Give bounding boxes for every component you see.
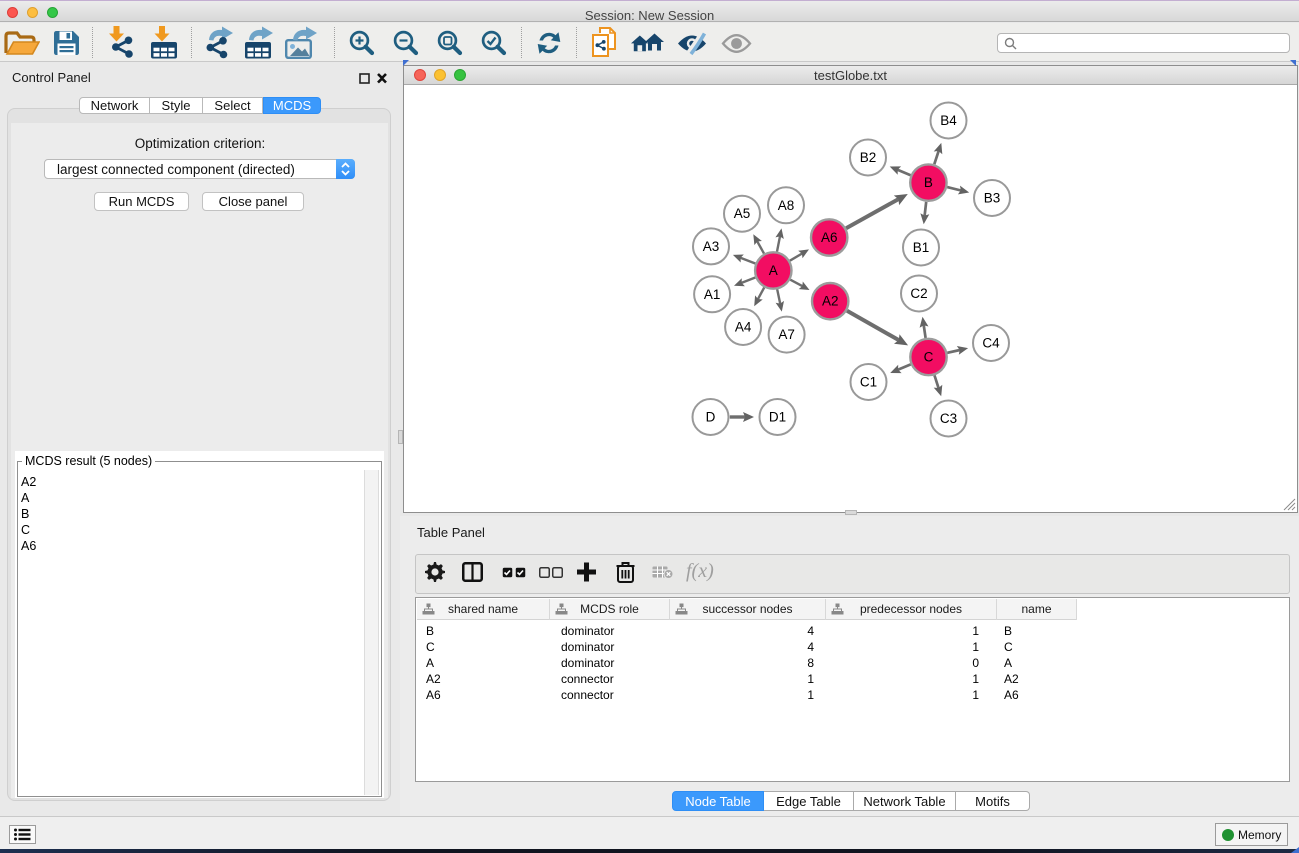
- svg-text:B1: B1: [913, 240, 930, 255]
- svg-text:C4: C4: [982, 336, 1000, 351]
- svg-text:C3: C3: [940, 411, 957, 426]
- svg-text:B3: B3: [984, 191, 1001, 206]
- svg-text:C1: C1: [860, 375, 877, 390]
- svg-text:A1: A1: [704, 287, 721, 302]
- svg-text:A6: A6: [821, 230, 838, 245]
- svg-text:B2: B2: [860, 150, 877, 165]
- svg-text:A: A: [769, 263, 778, 278]
- svg-text:A3: A3: [703, 239, 720, 254]
- svg-text:B4: B4: [940, 113, 957, 128]
- svg-text:D: D: [706, 410, 716, 425]
- svg-text:A2: A2: [822, 294, 839, 309]
- svg-text:B: B: [924, 175, 933, 190]
- svg-text:C2: C2: [910, 286, 927, 301]
- svg-text:A5: A5: [734, 206, 751, 221]
- svg-text:C: C: [924, 350, 934, 365]
- svg-text:D1: D1: [769, 410, 786, 425]
- svg-text:A7: A7: [778, 327, 795, 342]
- svg-text:A8: A8: [778, 198, 795, 213]
- svg-text:A4: A4: [735, 320, 752, 335]
